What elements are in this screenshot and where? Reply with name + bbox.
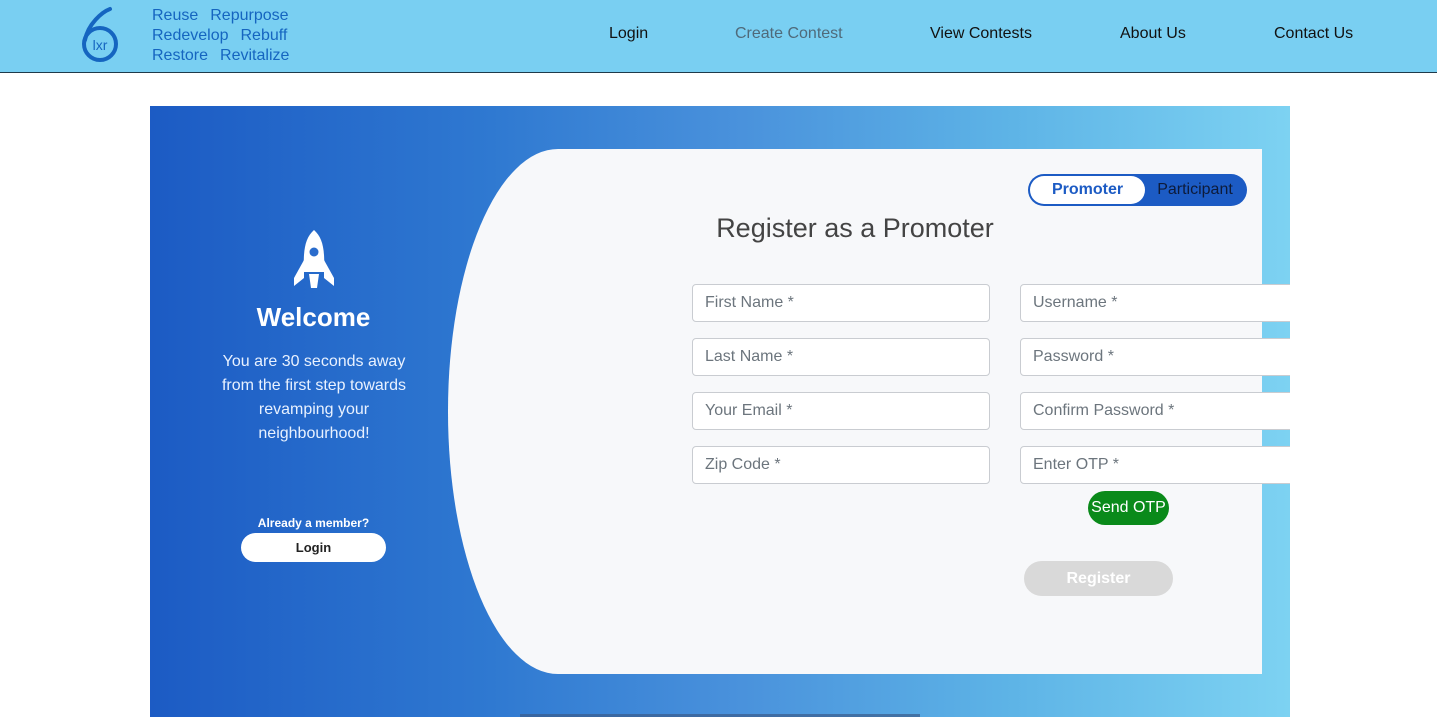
last-name-input[interactable] xyxy=(692,338,990,376)
top-navbar: lxr Reuse Repurpose Redevelop Rebuff Res… xyxy=(0,0,1437,73)
tagline-word: Restore xyxy=(152,47,209,64)
rocket-icon xyxy=(294,230,334,288)
tagline-word: Revitalize xyxy=(220,47,290,64)
tagline-word: Repurpose xyxy=(210,7,289,24)
form-title: Register as a Promoter xyxy=(716,213,994,243)
already-member-label: Already a member? xyxy=(257,516,370,530)
welcome-column: Welcome You are 30 seconds away from the… xyxy=(150,106,477,717)
nav-login[interactable]: Login xyxy=(609,25,648,43)
toggle-promoter[interactable]: Promoter xyxy=(1030,176,1145,204)
nav-create-contest[interactable]: Create Contest xyxy=(735,25,843,43)
nav-view-contests[interactable]: View Contests xyxy=(930,25,1032,43)
nav-contact-us[interactable]: Contact Us xyxy=(1274,25,1353,43)
first-name-input[interactable] xyxy=(692,284,990,322)
username-input[interactable] xyxy=(1020,284,1290,322)
confirm-password-input[interactable] xyxy=(1020,392,1290,430)
tagline-word: Rebuff xyxy=(240,27,288,44)
tagline-word: Redevelop xyxy=(152,27,229,44)
role-toggle: Promoter Participant xyxy=(1028,174,1247,206)
toggle-participant[interactable]: Participant xyxy=(1145,176,1245,204)
otp-input[interactable] xyxy=(1020,446,1290,484)
login-button[interactable]: Login xyxy=(241,533,386,562)
welcome-title: Welcome xyxy=(256,302,371,332)
password-input[interactable] xyxy=(1020,338,1290,376)
register-form-card: Promoter Participant Register as a Promo… xyxy=(448,149,1290,674)
register-button[interactable]: Register xyxy=(1024,561,1173,596)
nav-about-us[interactable]: About Us xyxy=(1120,25,1186,43)
tagline-word: Reuse xyxy=(152,7,199,24)
welcome-text: You are 30 seconds away from the first s… xyxy=(221,353,407,442)
tagline: Reuse Repurpose Redevelop Rebuff Restore… xyxy=(152,6,301,66)
send-otp-button[interactable]: Send OTP xyxy=(1088,491,1169,525)
register-panel: Welcome You are 30 seconds away from the… xyxy=(150,106,1290,717)
zip-code-input[interactable] xyxy=(692,446,990,484)
logo-letters: lxr xyxy=(93,37,108,53)
email-input[interactable] xyxy=(692,392,990,430)
logo-icon[interactable]: lxr xyxy=(80,6,122,64)
